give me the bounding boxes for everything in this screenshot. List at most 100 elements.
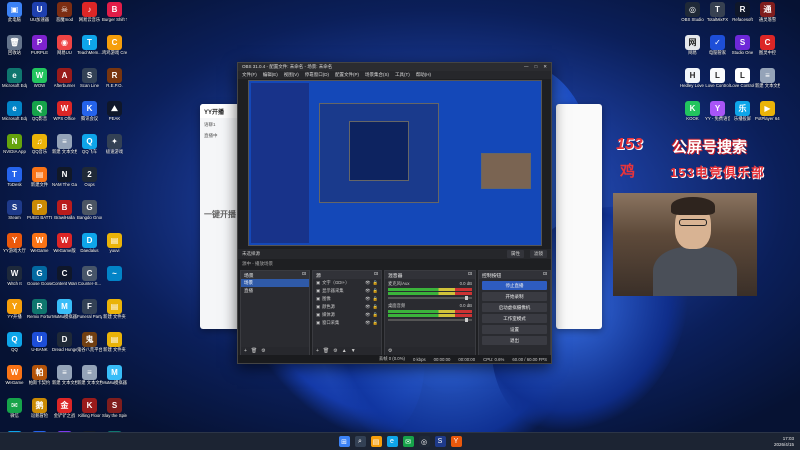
obs-taskbar-icon[interactable]: ◎ (418, 436, 430, 447)
desktop-icon[interactable]: ♪ 网易云音乐 (77, 2, 102, 33)
desktop-icon[interactable]: Q QQ飞车 (77, 134, 102, 165)
visibility-eye-icon[interactable]: 👁 (365, 296, 370, 302)
menu-item[interactable]: 场景集合(S) (365, 72, 389, 78)
desktop-icon[interactable]: T ToDesk (2, 167, 27, 198)
desktop-icon[interactable]: BBurger Shift Team Roo... (102, 2, 127, 33)
lock-icon[interactable]: 🔒 (373, 288, 378, 294)
add-icon[interactable]: + (244, 348, 247, 354)
menu-item[interactable]: 配置文件(P) (335, 72, 359, 78)
desktop-icon[interactable]: N NVIDIA App (2, 134, 27, 165)
desktop-icon[interactable]: eMicrosoft Edge (2, 101, 27, 132)
desktop-icon[interactable]: ♫ QQ音乐 (27, 134, 52, 165)
desktop-icon[interactable]: SSlay the Spire 2 (102, 398, 127, 429)
down-icon[interactable]: ▼ (351, 348, 356, 354)
desktop-icon[interactable]: Y YY游戏大厅 (2, 233, 27, 264)
menu-item[interactable]: 工具(T) (395, 72, 410, 78)
add-icon[interactable]: + (316, 348, 319, 354)
desktop-icon[interactable]: ≡ 新建 文本文档 (52, 134, 77, 165)
desktop-icon[interactable]: RRemix Fortune ... (27, 299, 52, 330)
desktop-icon[interactable]: W WeGame (2, 365, 27, 396)
desktop-icon[interactable]: NNAM The Game (52, 167, 77, 198)
desktop-icon[interactable]: Q QQ影音 (27, 101, 52, 132)
desktop-icon[interactable]: D Daedalus (77, 233, 102, 264)
desktop-icon[interactable]: ⛰ PEAK (102, 101, 127, 132)
desktop-icon[interactable]: HHedley Love Contr... (680, 68, 705, 99)
volume-slider[interactable] (388, 318, 472, 322)
source-item[interactable]: ▣ 媒体源 👁 🔒 (313, 311, 381, 319)
menu-item[interactable]: 编辑(E) (263, 72, 278, 78)
desktop-icon[interactable]: D Dread Hunger (52, 332, 77, 363)
source-item[interactable]: ▣ 文字（GDI+） 👁 🔒 (313, 279, 381, 287)
desktop-icon[interactable]: S Steam (2, 200, 27, 231)
desktop-icon[interactable]: C 图灵中控 (755, 35, 780, 66)
desktop-icon[interactable]: 网网易 (680, 35, 705, 66)
clock-date[interactable]: 2026/4/15 (774, 442, 794, 448)
desktop-icon[interactable]: M MuMu模拟器 (102, 365, 127, 396)
desktop-icon[interactable]: PPUBG BATTLEGR... (27, 200, 52, 231)
desktop-icon[interactable]: K 腾讯会议 (77, 101, 102, 132)
filters-button[interactable]: 滤镜 (530, 250, 547, 258)
desktop-icon[interactable]: B BrawlHalla (52, 200, 77, 231)
scene-item[interactable]: 场景 (241, 279, 309, 287)
desktop-icon[interactable]: 帕帕斯卡契约 (27, 365, 52, 396)
source-item[interactable]: ▣ 颜色源 👁 🔒 (313, 303, 381, 311)
trash-icon[interactable]: 🗑 (323, 348, 329, 354)
control-button[interactable]: 启动虚拟摄像机 (482, 303, 547, 312)
wechat-icon[interactable]: ✉ (402, 436, 414, 447)
desktop-icon[interactable]: ▤ yuuvi (102, 233, 127, 264)
control-button[interactable]: 设置 (482, 325, 547, 334)
start-icon[interactable]: ⊞ (338, 436, 350, 447)
properties-button[interactable]: 属性 (507, 250, 524, 258)
up-icon[interactable]: ▲ (342, 348, 347, 354)
close-icon[interactable]: ✕ (543, 64, 547, 70)
file-explorer-icon[interactable]: ▤ (370, 436, 382, 447)
edge-icon[interactable]: e (386, 436, 398, 447)
desktop-icon[interactable]: ✦ 极速游戏 (102, 134, 127, 165)
desktop-icon[interactable]: R R.E.P.O. (102, 68, 127, 99)
menu-item[interactable]: 停靠窗口(D) (305, 72, 329, 78)
desktop-icon[interactable]: K Killing Floor (77, 398, 102, 429)
desktop-icon[interactable]: F Funeral Party (77, 299, 102, 330)
desktop-icon[interactable]: LLove Control R... (730, 68, 755, 99)
control-button[interactable]: 开始录制 (482, 292, 547, 301)
desktop-icon[interactable]: GBangdo Gnomes (77, 200, 102, 231)
settings-icon[interactable]: ⚙ (333, 348, 337, 354)
source-item[interactable]: ▣ 图像 👁 🔒 (313, 295, 381, 303)
desktop-icon[interactable]: ▤ 新建 文件夹 (102, 299, 127, 330)
desktop-icon[interactable]: ◉ 网易UU (52, 35, 77, 66)
menu-item[interactable]: 帮助(H) (416, 72, 431, 78)
lock-icon[interactable]: 🔒 (373, 304, 378, 310)
desktop-icon[interactable]: ✓ 电脑管家 (705, 35, 730, 66)
desktop-icon[interactable]: W Witch It (2, 266, 27, 297)
obs-window[interactable]: OBS 31.0.4 - 配置文件: 未命名 - 场景: 未命名 — □ ✕ 文… (237, 62, 552, 364)
visibility-eye-icon[interactable]: 👁 (365, 288, 370, 294)
search-icon[interactable]: ⌕ (354, 436, 366, 447)
desktop-icon[interactable]: GGoose Goose Duck (27, 266, 52, 297)
settings-icon[interactable]: ⚙ (261, 348, 265, 354)
desktop-icon[interactable]: W WeGame (27, 233, 52, 264)
lock-icon[interactable]: 🔒 (373, 296, 378, 302)
desktop-icon[interactable]: ▤ 新建 文件夹 (102, 332, 127, 363)
lock-icon[interactable]: 🔒 (373, 312, 378, 318)
desktop-icon[interactable]: L Love Control (705, 68, 730, 99)
desktop-icon[interactable]: A Afterburner (52, 68, 77, 99)
desktop-icon[interactable]: C鸡鸡游戏 Cream ... (102, 35, 127, 66)
trash-icon[interactable]: 🗑 (251, 348, 257, 354)
desktop-icon[interactable]: ◎ OBS Studio (680, 2, 705, 33)
desktop-icon[interactable]: 通通灵落雪 (755, 2, 780, 33)
desktop-icon[interactable]: P PURPLE (27, 35, 52, 66)
obs-titlebar[interactable]: OBS 31.0.4 - 配置文件: 未命名 - 场景: 未命名 — □ ✕ (238, 63, 551, 71)
dock-menu-icon[interactable]: ⊡ (374, 272, 378, 278)
visibility-eye-icon[interactable]: 👁 (365, 304, 370, 310)
yy-icon[interactable]: Y (450, 436, 462, 447)
desktop-icon[interactable]: ✉ 微信 (2, 398, 27, 429)
mixer-settings-icon[interactable]: ⚙ (388, 348, 392, 354)
control-button[interactable]: 停止直播 (482, 281, 547, 290)
desktop-icon[interactable]: ≡ 新建 文本文档 (755, 68, 780, 99)
desktop-icon[interactable]: T TeachMem... (77, 35, 102, 66)
visibility-eye-icon[interactable]: 👁 (365, 312, 370, 318)
scene-item[interactable]: 直播 (241, 287, 309, 295)
obs-preview-canvas[interactable] (248, 80, 542, 246)
background-window[interactable] (556, 104, 602, 329)
dock-menu-icon[interactable]: ⊡ (468, 272, 472, 278)
